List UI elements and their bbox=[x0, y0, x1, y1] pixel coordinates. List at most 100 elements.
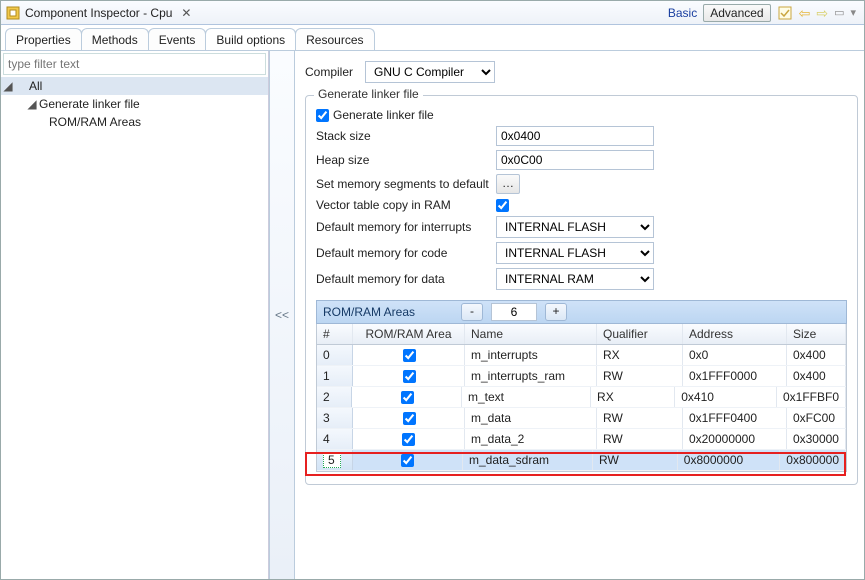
default-mem-code-select[interactable]: INTERNAL FLASH bbox=[496, 242, 654, 264]
col-header-size[interactable]: Size bbox=[787, 324, 846, 344]
vector-table-copy-checkbox[interactable] bbox=[496, 199, 509, 212]
default-mem-data-label: Default memory for data bbox=[316, 272, 496, 286]
generate-linker-file-checkbox[interactable] bbox=[316, 109, 329, 122]
cell-name: m_text bbox=[462, 387, 591, 407]
cell-index: 5 bbox=[317, 450, 353, 470]
cell-index: 4 bbox=[317, 429, 353, 449]
add-area-button[interactable]: + bbox=[545, 303, 567, 321]
cell-address: 0x410 bbox=[675, 387, 777, 407]
tab-build-options[interactable]: Build options bbox=[205, 28, 296, 50]
area-enabled-checkbox[interactable] bbox=[402, 433, 415, 446]
cell-name: m_interrupts bbox=[465, 345, 597, 365]
tab-events[interactable]: Events bbox=[148, 28, 207, 50]
table-row[interactable]: 2m_textRX0x4100x1FFBF0 bbox=[317, 387, 846, 408]
cell-size: 0x1FFBF0 bbox=[777, 387, 846, 407]
cell-name: m_data bbox=[465, 408, 597, 428]
toggle-icon[interactable] bbox=[777, 5, 793, 21]
mode-advanced-button[interactable]: Advanced bbox=[703, 4, 770, 22]
tree-item-generate-linker-file[interactable]: ◢ Generate linker file bbox=[1, 95, 268, 113]
cell-area-check bbox=[353, 408, 465, 428]
heap-size-input[interactable] bbox=[496, 150, 654, 170]
cell-qualifier: RW bbox=[597, 408, 683, 428]
splitter-label: << bbox=[275, 308, 289, 322]
titlebar-tools: Basic Advanced ⇦ ⇨ ▭ ▾ bbox=[668, 4, 860, 22]
generate-linker-file-label: Generate linker file bbox=[333, 108, 434, 122]
col-header-area[interactable]: ROM/RAM Area bbox=[353, 324, 465, 344]
table-row[interactable]: 0m_interruptsRX0x00x400 bbox=[317, 345, 846, 366]
minimize-icon[interactable]: ▭ bbox=[834, 6, 844, 19]
cell-qualifier: RW bbox=[597, 366, 683, 386]
default-mem-data-select[interactable]: INTERNAL RAM bbox=[496, 268, 654, 290]
expand-icon[interactable]: ◢ bbox=[1, 79, 15, 93]
left-pane: ◢ All ◢ Generate linker file ROM/RAM Are… bbox=[1, 51, 269, 579]
tabs: Properties Methods Events Build options … bbox=[1, 25, 864, 51]
nav-back-icon[interactable]: ⇦ bbox=[799, 6, 811, 20]
compiler-select[interactable]: GNU C Compiler bbox=[365, 61, 495, 83]
tree-item-all[interactable]: ◢ All bbox=[1, 77, 268, 95]
expand-icon[interactable]: ◢ bbox=[25, 97, 39, 111]
default-mem-interrupts-select[interactable]: INTERNAL FLASH bbox=[496, 216, 654, 238]
nav-forward-icon[interactable]: ⇨ bbox=[816, 6, 828, 20]
area-enabled-checkbox[interactable] bbox=[403, 370, 416, 383]
cell-qualifier: RW bbox=[597, 429, 683, 449]
tab-methods[interactable]: Methods bbox=[81, 28, 149, 50]
set-memory-default-button[interactable]: … bbox=[496, 174, 520, 194]
col-header-name[interactable]: Name bbox=[465, 324, 597, 344]
cell-address: 0x0 bbox=[683, 345, 787, 365]
cell-name: m_data_sdram bbox=[463, 450, 593, 470]
heap-size-label: Heap size bbox=[316, 153, 496, 167]
area-enabled-checkbox[interactable] bbox=[403, 349, 416, 362]
cell-size: 0x30000 bbox=[787, 429, 846, 449]
cell-area-check bbox=[353, 450, 463, 470]
rom-ram-areas-header: ROM/RAM Areas - + bbox=[316, 300, 847, 324]
area-enabled-checkbox[interactable] bbox=[401, 454, 414, 467]
tab-properties[interactable]: Properties bbox=[5, 28, 82, 50]
titlebar: Component Inspector - Cpu ✕ Basic Advanc… bbox=[1, 1, 864, 25]
row-index-edit[interactable]: 5 bbox=[323, 452, 341, 468]
splitter-collapse-button[interactable]: << bbox=[269, 51, 295, 579]
cell-index: 1 bbox=[317, 366, 353, 386]
remove-area-button[interactable]: - bbox=[461, 303, 483, 321]
stack-size-label: Stack size bbox=[316, 129, 496, 143]
component-icon bbox=[5, 5, 21, 21]
area-count-input[interactable] bbox=[491, 303, 537, 321]
cell-size: 0x400 bbox=[787, 345, 846, 365]
col-header-address[interactable]: Address bbox=[683, 324, 787, 344]
tab-resources[interactable]: Resources bbox=[295, 28, 374, 50]
cell-index: 0 bbox=[317, 345, 353, 365]
cell-name: m_data_2 bbox=[465, 429, 597, 449]
area-enabled-checkbox[interactable] bbox=[403, 412, 416, 425]
filter-input[interactable] bbox=[3, 53, 266, 75]
cell-address: 0x8000000 bbox=[678, 450, 780, 470]
generate-linker-file-group: Generate linker file Generate linker fil… bbox=[305, 95, 858, 485]
menu-icon[interactable]: ▾ bbox=[850, 6, 856, 19]
table-row[interactable]: 4m_data_2RW0x200000000x30000 bbox=[317, 429, 846, 450]
tree-item-rom-ram-areas[interactable]: ROM/RAM Areas bbox=[1, 113, 268, 131]
view-close-button[interactable]: ✕ bbox=[178, 6, 194, 20]
cell-area-check bbox=[352, 387, 462, 407]
cell-size: 0x800000 bbox=[780, 450, 846, 470]
tree-label: All bbox=[29, 79, 42, 93]
table-row[interactable]: 1m_interrupts_ramRW0x1FFF00000x400 bbox=[317, 366, 846, 387]
tree: ◢ All ◢ Generate linker file ROM/RAM Are… bbox=[1, 77, 268, 579]
cell-size: 0xFC00 bbox=[787, 408, 846, 428]
rom-ram-areas-title: ROM/RAM Areas bbox=[323, 305, 415, 319]
cell-area-check bbox=[353, 345, 465, 365]
right-pane: Compiler GNU C Compiler Generate linker … bbox=[295, 51, 864, 579]
col-header-index[interactable]: # bbox=[317, 324, 353, 344]
table-row[interactable]: 3 m_dataRW0x1FFF04000xFC00 bbox=[317, 408, 846, 429]
table-row[interactable]: 5m_data_sdramRW0x80000000x800000 bbox=[317, 450, 846, 471]
view-title: Component Inspector - Cpu bbox=[25, 6, 178, 20]
cell-address: 0x1FFF0400 bbox=[683, 408, 787, 428]
mode-basic-link[interactable]: Basic bbox=[668, 6, 697, 20]
component-inspector-window: Component Inspector - Cpu ✕ Basic Advanc… bbox=[0, 0, 865, 580]
stack-size-input[interactable] bbox=[496, 126, 654, 146]
cell-index: 3 bbox=[317, 408, 353, 428]
body: ◢ All ◢ Generate linker file ROM/RAM Are… bbox=[1, 51, 864, 579]
cell-size: 0x400 bbox=[787, 366, 846, 386]
tree-label: Generate linker file bbox=[39, 97, 140, 111]
col-header-qualifier[interactable]: Qualifier bbox=[597, 324, 683, 344]
area-enabled-checkbox[interactable] bbox=[401, 391, 414, 404]
table-header: # ROM/RAM Area Name Qualifier Address Si… bbox=[317, 324, 846, 345]
cell-index: 2 bbox=[317, 387, 352, 407]
